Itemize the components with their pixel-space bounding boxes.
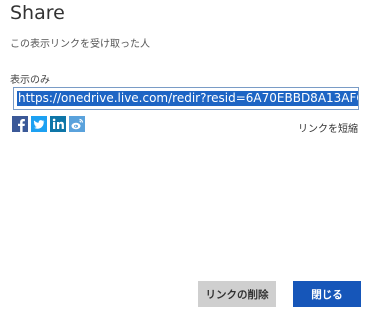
delete-link-button[interactable]: リンクの削除 xyxy=(198,281,276,307)
linkedin-icon[interactable] xyxy=(50,116,66,132)
close-button[interactable]: 閉じる xyxy=(293,281,361,307)
share-link-text[interactable]: https://onedrive.live.com/redir?resid=6A… xyxy=(17,91,358,106)
weibo-icon[interactable] xyxy=(69,116,85,132)
share-link-field[interactable]: https://onedrive.live.com/redir?resid=6A… xyxy=(13,87,359,110)
view-only-label: 表示のみ xyxy=(10,75,50,86)
facebook-icon[interactable] xyxy=(12,116,28,132)
twitter-icon[interactable] xyxy=(31,116,47,132)
shorten-link-button[interactable]: リンクを短縮 xyxy=(298,120,358,135)
dialog-subtitle: この表示リンクを受け取った人 xyxy=(10,39,150,50)
dialog-title: Share xyxy=(10,2,65,24)
